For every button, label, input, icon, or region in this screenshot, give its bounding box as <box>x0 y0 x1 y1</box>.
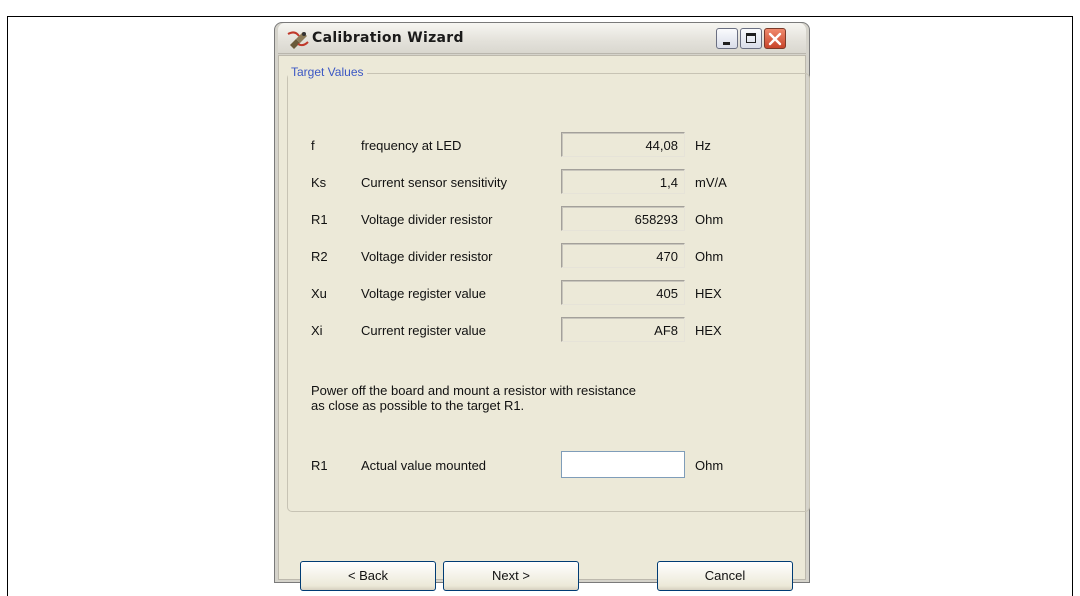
instruction-text: Power off the board and mount a resistor… <box>311 383 731 413</box>
maximize-button[interactable] <box>740 28 762 49</box>
row-unit: mV/A <box>695 175 727 190</box>
back-button[interactable]: < Back <box>300 561 436 591</box>
close-icon <box>768 32 782 46</box>
target-row-xi: Xi Current register value AF8 HEX <box>279 317 819 343</box>
row-label: Current register value <box>361 323 486 338</box>
row-label: Voltage divider resistor <box>361 212 493 227</box>
target-row-r1: R1 Voltage divider resistor 658293 Ohm <box>279 206 819 232</box>
target-row-f: f frequency at LED 44,08 Hz <box>279 132 819 158</box>
row-symbol: f <box>311 138 315 153</box>
row-label: Actual value mounted <box>361 458 487 473</box>
title-bar[interactable]: Calibration Wizard <box>278 23 806 54</box>
row-unit: HEX <box>695 286 722 301</box>
row-symbol: Xi <box>311 323 323 338</box>
row-value-field: AF8 <box>561 317 685 342</box>
row-value-field: 1,4 <box>561 169 685 194</box>
row-value-field: 470 <box>561 243 685 268</box>
row-value-field: 658293 <box>561 206 685 231</box>
close-button[interactable] <box>764 28 786 49</box>
row-label: Voltage register value <box>361 286 487 301</box>
target-row-xu: Xu Voltage register value 405 HEX <box>279 280 819 306</box>
calibration-probe-icon <box>287 30 309 49</box>
instruction-line-1: Power off the board and mount a resistor… <box>311 383 636 398</box>
window-title: Calibration Wizard <box>312 30 464 46</box>
minimize-button[interactable] <box>716 28 738 49</box>
row-symbol: R1 <box>311 212 328 227</box>
cancel-button[interactable]: Cancel <box>657 561 793 591</box>
row-label: Current sensor sensitivity <box>361 175 507 190</box>
actual-value-input[interactable] <box>561 451 685 478</box>
row-symbol: R2 <box>311 249 328 264</box>
instruction-line-2: as close as possible to the target R1. <box>311 398 525 413</box>
target-row-ks: Ks Current sensor sensitivity 1,4 mV/A <box>279 169 819 195</box>
row-value-field: 44,08 <box>561 132 685 157</box>
next-button[interactable]: Next > <box>443 561 579 591</box>
row-unit: Ohm <box>695 212 724 227</box>
wizard-client-area: Target Values f frequency at LED 44,08 H… <box>278 55 810 591</box>
calibration-wizard-window: Calibration Wizard Target Values f frequ… <box>274 22 810 591</box>
row-label: Voltage divider resistor <box>361 249 493 264</box>
row-unit: Hz <box>695 138 711 153</box>
row-symbol: Ks <box>311 175 327 190</box>
actual-value-row: R1 Actual value mounted Ohm <box>279 451 819 478</box>
row-value-field: 405 <box>561 280 685 305</box>
row-symbol: Xu <box>311 286 327 301</box>
group-legend: Target Values <box>288 65 367 79</box>
row-unit: HEX <box>695 323 722 338</box>
row-label: frequency at LED <box>361 138 462 153</box>
row-symbol: R1 <box>311 458 328 473</box>
target-row-r2: R2 Voltage divider resistor 470 Ohm <box>279 243 819 269</box>
row-unit: Ohm <box>695 458 724 473</box>
row-unit: Ohm <box>695 249 724 264</box>
minimize-icon <box>723 42 730 45</box>
maximize-icon <box>746 33 756 43</box>
